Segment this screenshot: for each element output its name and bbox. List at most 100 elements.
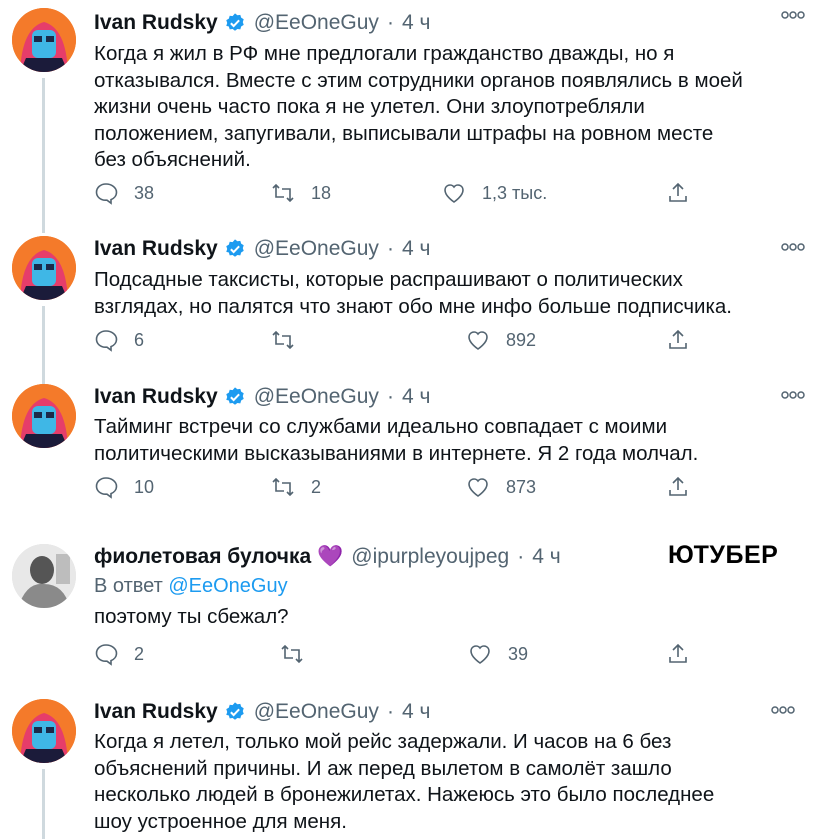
like-count: 892 xyxy=(506,329,537,350)
share-button[interactable] xyxy=(666,181,706,205)
purple-heart-icon: 💜 xyxy=(317,545,344,568)
timestamp[interactable]: 4 ч xyxy=(532,545,560,569)
display-name[interactable]: Ivan Rudsky xyxy=(94,385,218,409)
avatar[interactable] xyxy=(12,384,76,448)
separator-dot: · xyxy=(386,700,394,723)
avatar[interactable] xyxy=(12,544,76,608)
separator-dot: · xyxy=(386,11,394,34)
reply-icon xyxy=(95,330,118,352)
tweet-actions: 10 2 873 xyxy=(94,475,714,505)
more-options-icon[interactable] xyxy=(780,6,806,24)
like-button[interactable]: 1,3 тыс. xyxy=(442,181,547,205)
reply-button[interactable]: 2 xyxy=(94,642,144,666)
separator-dot: · xyxy=(517,545,525,568)
reply-prefix: В ответ xyxy=(94,575,163,597)
like-count: 39 xyxy=(508,643,529,664)
handle[interactable]: @EeOneGuy xyxy=(254,385,379,409)
tweet-header: Ivan Rudsky @EeOneGuy · 4 ч xyxy=(94,232,430,266)
reply-context: В ответ @EeOneGuy xyxy=(94,575,288,598)
handle[interactable]: @EeOneGuy xyxy=(254,11,379,35)
retweet-button[interactable]: 18 xyxy=(271,181,331,205)
tweet-5[interactable]: Ivan Rudsky @EeOneGuy · 4 ч Когда я лете… xyxy=(0,695,820,839)
tweet-actions: 38 18 1,3 тыс. xyxy=(94,181,714,211)
like-button[interactable]: 39 xyxy=(468,642,528,666)
tweet-actions: 6 892 xyxy=(94,328,714,358)
verified-badge-icon xyxy=(226,13,244,31)
handle[interactable]: @ipurpleyoujpeg xyxy=(351,545,509,569)
share-icon xyxy=(669,643,687,663)
like-button[interactable]: 873 xyxy=(466,475,536,499)
retweet-button[interactable] xyxy=(280,642,320,666)
display-name[interactable]: Ivan Rudsky xyxy=(94,11,218,35)
reply-count: 38 xyxy=(134,182,155,203)
youtuber-annotation: ЮТУБЕР xyxy=(668,541,779,569)
tweet-text: поэтому ты сбежал? xyxy=(94,605,289,628)
separator-dot: · xyxy=(386,385,394,408)
share-button[interactable] xyxy=(666,642,706,666)
separator-dot: · xyxy=(386,237,394,260)
timestamp[interactable]: 4 ч xyxy=(402,11,430,35)
avatar-image xyxy=(12,384,76,448)
retweet-button[interactable] xyxy=(271,328,311,352)
display-name[interactable]: Ivan Rudsky xyxy=(94,700,218,724)
reply-icon xyxy=(95,644,118,666)
retweet-icon xyxy=(281,644,303,664)
avatar-image xyxy=(12,544,76,608)
timestamp[interactable]: 4 ч xyxy=(402,700,430,724)
like-button[interactable]: 892 xyxy=(466,328,536,352)
thread-line xyxy=(42,306,45,384)
handle[interactable]: @EeOneGuy xyxy=(254,237,379,261)
retweet-count: 18 xyxy=(311,182,332,203)
avatar-image xyxy=(12,236,76,300)
thread-line xyxy=(42,78,45,233)
tweet-1[interactable]: Ivan Rudsky @EeOneGuy · 4 ч Когда я жил … xyxy=(0,0,820,233)
like-count: 1,3 тыс. xyxy=(482,182,548,203)
tweet-text: Когда я летел, только мой рейс задержали… xyxy=(94,730,715,833)
tweet-header: Ivan Rudsky @EeOneGuy · 4 ч xyxy=(94,695,430,729)
retweet-icon xyxy=(272,183,294,203)
retweet-icon xyxy=(272,477,294,497)
reply-icon xyxy=(95,183,118,205)
timestamp[interactable]: 4 ч xyxy=(402,385,430,409)
reply-icon xyxy=(95,477,118,499)
display-name[interactable]: Ivan Rudsky xyxy=(94,237,218,261)
heart-icon xyxy=(444,184,464,203)
reply-button[interactable]: 6 xyxy=(94,328,144,352)
verified-badge-icon xyxy=(226,702,244,720)
retweet-count: 2 xyxy=(311,476,322,497)
share-button[interactable] xyxy=(666,328,706,352)
tweet-text: Подсадные таксисты, которые распрашивают… xyxy=(94,268,733,318)
tweet-header: Ivan Rudsky @EeOneGuy · 4 ч xyxy=(94,6,430,40)
verified-badge-icon xyxy=(226,387,244,405)
avatar-image xyxy=(12,8,76,72)
reply-count: 10 xyxy=(134,476,155,497)
avatar[interactable] xyxy=(12,699,76,763)
tweet-2[interactable]: Ivan Rudsky @EeOneGuy · 4 ч Подсадные та… xyxy=(0,232,820,384)
display-name[interactable]: фиолетовая булочка xyxy=(94,545,311,569)
reply-button[interactable]: 38 xyxy=(94,181,154,205)
share-button[interactable] xyxy=(666,475,706,499)
verified-badge-icon xyxy=(226,239,244,257)
tweet-text: Когда я жил в РФ мне предлогали гражданс… xyxy=(94,42,743,171)
share-icon xyxy=(669,476,687,496)
more-options-icon[interactable] xyxy=(780,386,806,404)
thread-line xyxy=(42,769,45,839)
avatar[interactable] xyxy=(12,8,76,72)
avatar[interactable] xyxy=(12,236,76,300)
tweet-actions: 2 39 xyxy=(94,642,714,672)
tweet-3[interactable]: Ivan Rudsky @EeOneGuy · 4 ч Тайминг встр… xyxy=(0,380,820,520)
reply-mention-link[interactable]: @EeOneGuy xyxy=(168,575,287,597)
reply-button[interactable]: 10 xyxy=(94,475,154,499)
like-count: 873 xyxy=(506,476,537,497)
heart-icon xyxy=(468,478,488,497)
heart-icon xyxy=(468,331,488,350)
reply-count: 2 xyxy=(134,643,145,664)
tweet-header: Ivan Rudsky @EeOneGuy · 4 ч xyxy=(94,380,430,414)
handle[interactable]: @EeOneGuy xyxy=(254,700,379,724)
more-options-icon[interactable] xyxy=(770,701,796,719)
share-icon xyxy=(669,329,687,349)
retweet-button[interactable]: 2 xyxy=(271,475,321,499)
avatar-image xyxy=(12,699,76,763)
more-options-icon[interactable] xyxy=(780,238,806,256)
timestamp[interactable]: 4 ч xyxy=(402,237,430,261)
